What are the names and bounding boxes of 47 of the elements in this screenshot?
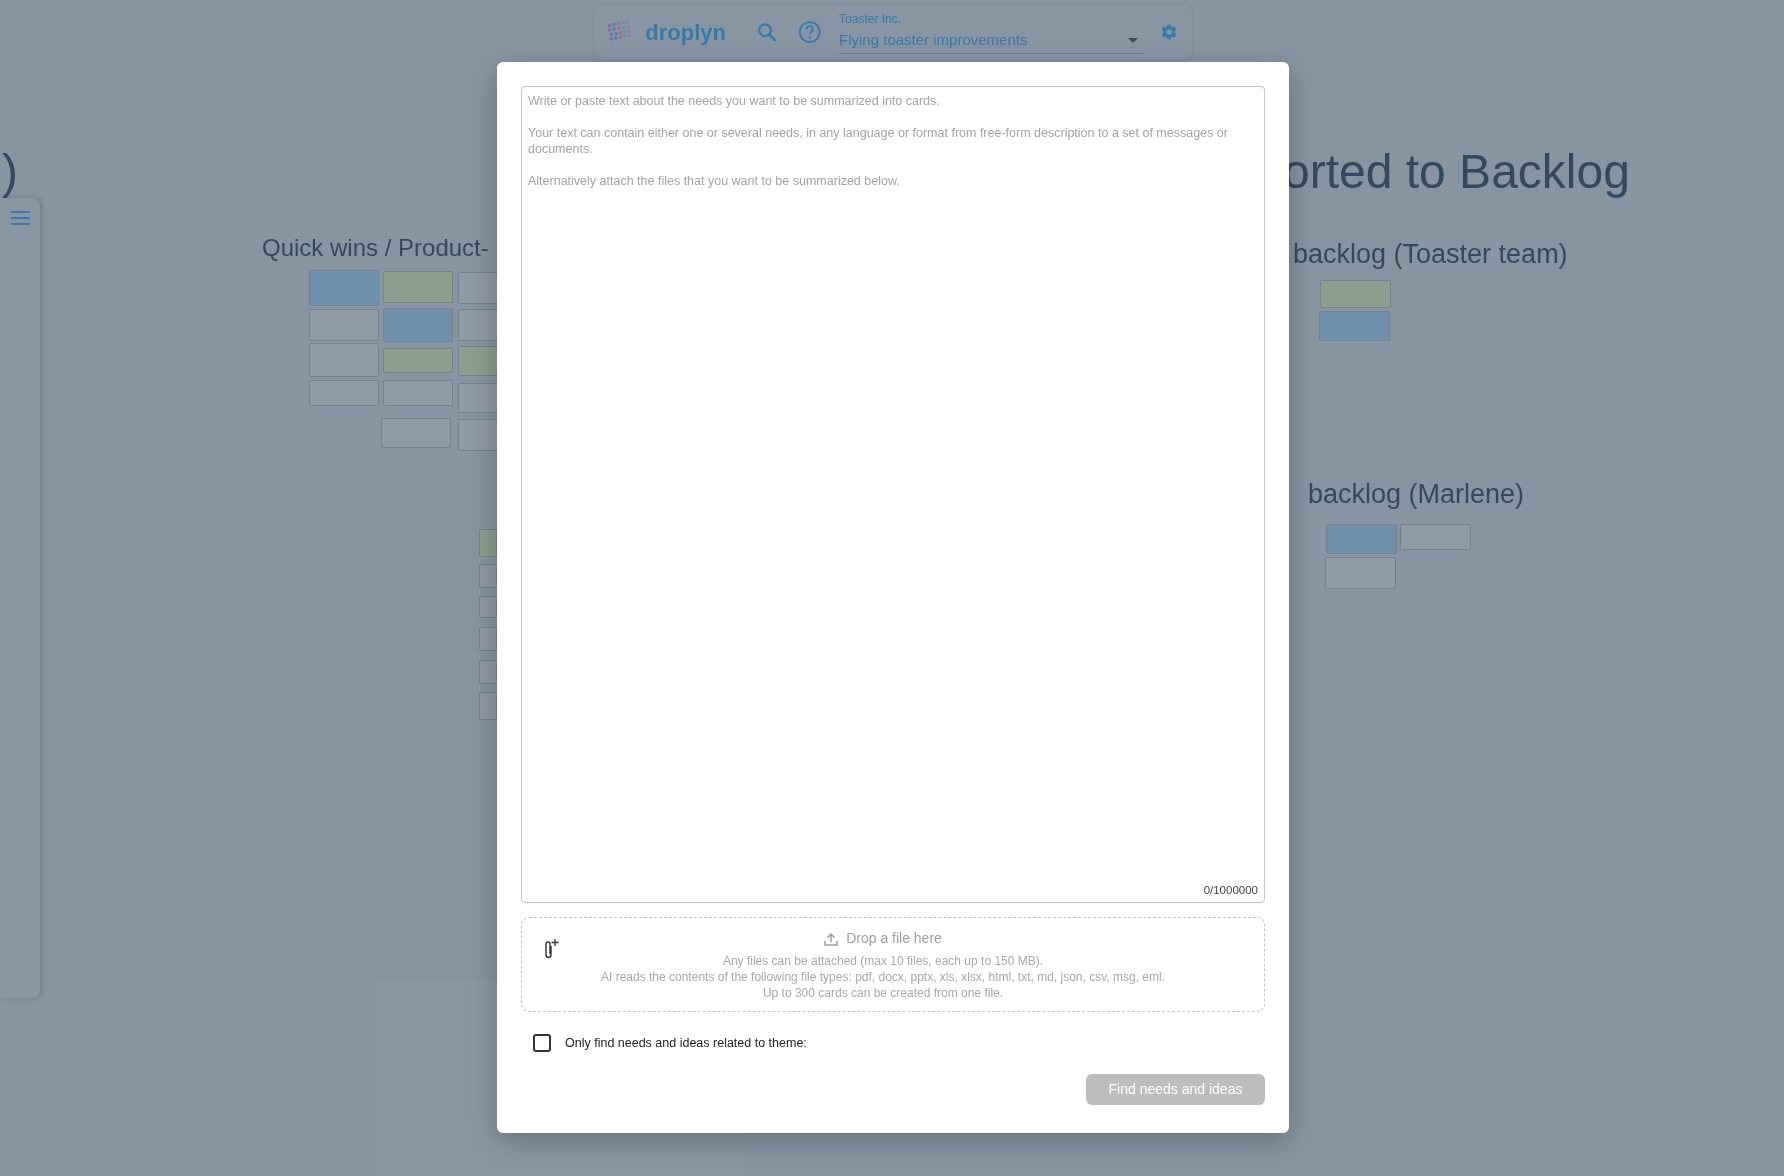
card-thumbnail[interactable] — [1326, 524, 1397, 554]
drop-zone-hint: Any files can be attached (max 10 files, each up to 150 MB). — [722, 953, 1044, 969]
board-heading: Quick wins / Product- — [262, 233, 489, 263]
drop-zone-title: Drop a file here — [846, 929, 942, 948]
card-thumbnail[interactable] — [458, 383, 498, 413]
drop-zone-hint: Up to 300 cards can be created from one file. — [762, 985, 1004, 1001]
card-thumbnail[interactable] — [309, 380, 379, 406]
board-heading: ) — [2, 144, 18, 200]
caret-icon — [1127, 38, 1138, 43]
help-icon[interactable] — [797, 19, 822, 45]
card-thumbnail[interactable] — [1319, 311, 1390, 341]
logo-text: droplyn — [645, 18, 726, 47]
card-thumbnail[interactable] — [479, 529, 497, 557]
settings-icon[interactable] — [1159, 22, 1178, 42]
card-thumbnail[interactable] — [479, 596, 497, 618]
card-thumbnail[interactable] — [1320, 280, 1391, 308]
card-thumbnail[interactable] — [479, 564, 497, 588]
card-thumbnail[interactable] — [381, 418, 451, 448]
card-thumbnail[interactable] — [458, 272, 498, 304]
card-thumbnail[interactable] — [1400, 524, 1471, 550]
character-counter: 0/1000000 — [1203, 882, 1258, 898]
card-thumbnail[interactable] — [1325, 557, 1396, 589]
card-thumbnail[interactable] — [458, 346, 498, 376]
card-thumbnail[interactable] — [383, 271, 453, 303]
card-thumbnail[interactable] — [383, 380, 453, 406]
card-thumbnail[interactable] — [383, 308, 453, 342]
theme-checkbox[interactable] — [533, 1034, 551, 1053]
upload-icon — [824, 931, 839, 946]
card-thumbnail[interactable] — [383, 348, 453, 373]
drop-zone-hint: AI reads the contents of the following file types: pdf, docx, pptx, xls, xlsx, html, txt, md, json, csv, msg, eml. — [601, 969, 1165, 985]
organization-label: Toaster Inc. — [839, 11, 903, 28]
text-area-field[interactable]: Write or paste text about the needs you want to be summarized into cards. Your text can contain either one or several needs, in any language or format from free-form description to a set of messages or documents. Alternatively attach the files that you want to be summarized below. 0/1000000 — [521, 86, 1265, 903]
card-thumbnail[interactable] — [309, 270, 379, 306]
card-thumbnail[interactable] — [479, 692, 497, 720]
card-thumbnail[interactable] — [458, 309, 498, 341]
card-thumbnail[interactable] — [309, 309, 379, 341]
card-thumbnail[interactable] — [479, 660, 497, 684]
checkbox-label: Only find needs and ideas related to theme: — [565, 1035, 807, 1052]
attach-icon[interactable] — [542, 938, 562, 960]
search-icon[interactable] — [755, 20, 778, 44]
card-thumbnail[interactable] — [458, 419, 498, 451]
menu-icon[interactable] — [11, 211, 30, 225]
board-heading: backlog (Marlene) — [1308, 478, 1525, 511]
project-dropdown[interactable]: Flying toaster improvements — [839, 28, 1144, 54]
card-thumbnail[interactable] — [309, 343, 379, 377]
board-heading: backlog (Toaster team) — [1293, 238, 1568, 271]
card-thumbnail[interactable] — [479, 627, 497, 651]
